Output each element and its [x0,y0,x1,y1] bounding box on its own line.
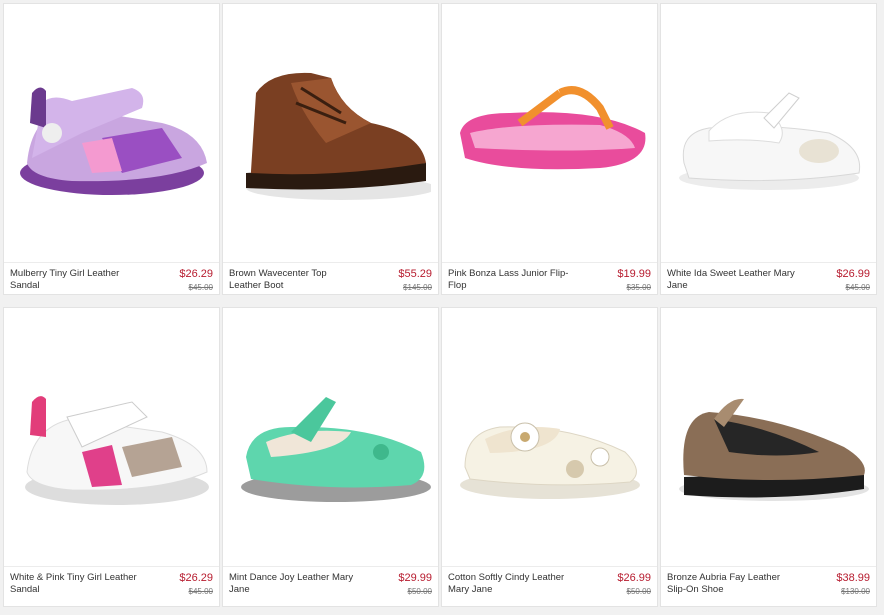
original-price: $50.00 [626,587,651,596]
product-card[interactable]: Cotton Softly Cindy Leather Mary Jane $2… [441,307,658,607]
product-info: Bronze Aubria Fay Leather Slip-On Shoe $… [661,566,876,606]
product-name[interactable]: Bronze Aubria Fay Leather Slip-On Shoe [667,572,797,596]
white-maryjane-icon [678,92,860,190]
product-name[interactable]: Pink Bonza Lass Junior Flip-Flop [448,268,578,292]
product-image[interactable] [4,308,219,566]
product-card[interactable]: White Ida Sweet Leather Mary Jane $26.99… [660,3,877,295]
purple-sandal-icon [19,87,207,195]
product-image[interactable] [661,4,876,262]
original-price: $50.00 [407,587,432,596]
product-info: White & Pink Tiny Girl Leather Sandal $2… [4,566,219,606]
product-card[interactable]: Pink Bonza Lass Junior Flip-Flop $19.99 … [441,3,658,295]
sale-price: $26.29 [179,572,213,584]
white-pink-sandal-icon [24,396,209,505]
product-grid: Mulberry Tiny Girl Leather Sandal $26.29… [0,0,884,615]
product-image[interactable] [661,308,876,566]
product-name[interactable]: White & Pink Tiny Girl Leather Sandal [10,572,140,596]
product-name[interactable]: Brown Wavecenter Top Leather Boot [229,268,359,292]
sale-price: $19.99 [617,268,651,280]
original-price: $45.00 [188,587,213,596]
original-price: $130.00 [841,587,870,596]
sale-price: $26.99 [836,268,870,280]
product-info: Mint Dance Joy Leather Mary Jane $29.99 … [223,566,438,606]
product-image[interactable] [442,308,657,566]
pink-flipflop-icon [459,86,645,170]
product-info: Brown Wavecenter Top Leather Boot $55.29… [223,262,438,294]
product-info: White Ida Sweet Leather Mary Jane $26.99… [661,262,876,294]
product-card[interactable]: Mulberry Tiny Girl Leather Sandal $26.29… [3,3,220,295]
sale-price: $38.99 [836,572,870,584]
product-name[interactable]: Mulberry Tiny Girl Leather Sandal [10,268,140,292]
product-name[interactable]: White Ida Sweet Leather Mary Jane [667,268,797,292]
product-info: Cotton Softly Cindy Leather Mary Jane $2… [442,566,657,606]
product-name[interactable]: Mint Dance Joy Leather Mary Jane [229,572,359,596]
product-image[interactable] [223,308,438,566]
original-price: $145.00 [403,283,432,292]
original-price: $35.00 [626,283,651,292]
sale-price: $26.99 [617,572,651,584]
brown-boot-icon [245,72,431,200]
product-image[interactable] [4,4,219,262]
sale-price: $26.29 [179,268,213,280]
product-info: Pink Bonza Lass Junior Flip-Flop $19.99 … [442,262,657,294]
sale-price: $55.29 [398,268,432,280]
product-card[interactable]: White & Pink Tiny Girl Leather Sandal $2… [3,307,220,607]
original-price: $45.00 [188,283,213,292]
product-card[interactable]: Bronze Aubria Fay Leather Slip-On Shoe $… [660,307,877,607]
sale-price: $29.99 [398,572,432,584]
product-card[interactable]: Mint Dance Joy Leather Mary Jane $29.99 … [222,307,439,607]
product-card[interactable]: Brown Wavecenter Top Leather Boot $55.29… [222,3,439,295]
product-image[interactable] [223,4,438,262]
product-info: Mulberry Tiny Girl Leather Sandal $26.29… [4,262,219,294]
product-name[interactable]: Cotton Softly Cindy Leather Mary Jane [448,572,578,596]
cream-maryjane-icon [459,422,640,499]
original-price: $45.00 [845,283,870,292]
mint-maryjane-icon [240,397,431,502]
product-image[interactable] [442,4,657,262]
bronze-slipon-icon [678,398,869,501]
